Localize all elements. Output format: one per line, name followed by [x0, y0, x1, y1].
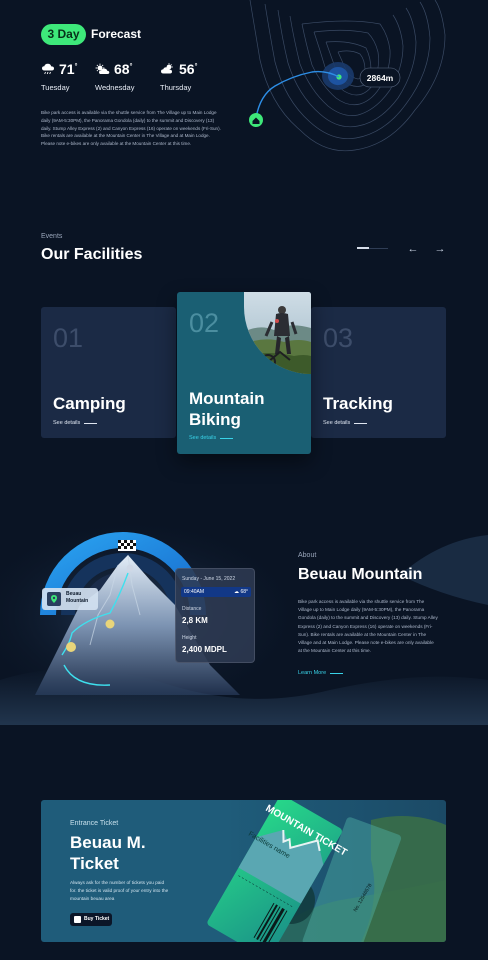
map-pin-icon: [47, 592, 61, 606]
facility-card-camping[interactable]: 01 Camping See details: [41, 307, 176, 438]
buy-ticket-label: Buy Ticket: [84, 916, 110, 922]
learn-more-link[interactable]: Learn More: [298, 670, 344, 676]
slider-progress: [357, 247, 369, 249]
degree-symbol: °: [246, 589, 248, 595]
route-date: Sunday - June 15, 2022: [182, 576, 236, 582]
section-label: Events: [41, 233, 63, 240]
about-description: Bike park access is available via the sh…: [298, 599, 438, 654]
elevation-label: 2864m: [367, 73, 394, 83]
forecast-description: Bike park access is available via the sh…: [41, 110, 221, 147]
rain-cloud-icon: [42, 63, 54, 75]
forecast-temp: 71: [59, 61, 75, 77]
time-weather-row: 09:40AM ☁ 68°: [181, 587, 251, 597]
degree-symbol: °: [74, 63, 78, 71]
forecast-badge: 3 Day: [41, 24, 86, 45]
arrow-line-icon: [330, 672, 344, 674]
ticket-description: Always ask for the number of tickets you…: [70, 880, 169, 902]
buy-ticket-button[interactable]: Buy Ticket: [70, 913, 112, 926]
link-label: See details: [189, 435, 217, 441]
arrow-line-icon: [220, 437, 234, 439]
card-title: Camping: [53, 394, 126, 413]
cloudy-sun-icon: [161, 63, 173, 74]
distance-label: Distance: [182, 606, 202, 612]
card-number: 01: [53, 323, 84, 353]
card-number: 03: [323, 323, 354, 353]
see-details-link[interactable]: See details: [189, 435, 234, 441]
card-title: Tracking: [323, 394, 393, 413]
card-number: 02: [189, 308, 220, 338]
route-info-card: Sunday - June 15, 2022 09:40AM ☁ 68° Dis…: [175, 568, 255, 663]
forecast-day-2: 68° Wednesday: [95, 61, 165, 92]
ticket-label: Entrance Ticket: [70, 820, 119, 827]
forecast-day-3: 56° Thursday: [160, 61, 230, 92]
facility-card-mountain-biking[interactable]: 02 Mountain Biking See details: [177, 292, 311, 454]
arrow-line-icon: [84, 422, 98, 424]
forecast-temp: 68: [114, 61, 130, 77]
about-title: Beuau Mountain: [298, 566, 423, 583]
forecast-day-label: Wednesday: [95, 83, 135, 92]
cloud-icon: ☁ 68°: [234, 589, 248, 595]
location-name: Beuau Mountain: [66, 591, 89, 604]
ticket-icon: [74, 916, 81, 923]
height-value: 2,400 MDPL: [182, 645, 227, 654]
section-title: Our Facilities: [41, 246, 143, 263]
link-label: See details: [53, 420, 81, 426]
ticket-title: Beuau M. Ticket: [70, 833, 146, 873]
partly-sunny-icon: [95, 63, 110, 74]
topographic-map: 2864m: [249, 0, 446, 152]
link-label: See details: [323, 420, 351, 426]
height-label: Height: [182, 635, 197, 641]
next-arrow-icon[interactable]: →: [433, 242, 447, 256]
forecast-day-label: Thursday: [160, 83, 192, 92]
degree-symbol: °: [129, 63, 133, 71]
mountain-biker-image: [244, 292, 311, 374]
see-details-link[interactable]: See details: [323, 420, 368, 426]
location-card[interactable]: Beuau Mountain: [42, 588, 98, 610]
see-details-link[interactable]: See details: [53, 420, 98, 426]
forecast-temp: 56: [179, 61, 195, 77]
distance-value: 2,8 KM: [182, 616, 208, 625]
card-title: Mountain Biking: [189, 389, 265, 429]
degree-symbol: °: [194, 63, 198, 71]
route-time: 09:40AM: [184, 589, 205, 595]
learn-more-label: Learn More: [298, 670, 327, 676]
arrow-line-icon: [354, 422, 368, 424]
prev-arrow-icon[interactable]: ←: [406, 242, 420, 256]
forecast-title: Forecast: [91, 27, 142, 41]
facility-card-tracking[interactable]: 03 Tracking See details: [311, 307, 446, 438]
about-label: About: [298, 552, 317, 559]
